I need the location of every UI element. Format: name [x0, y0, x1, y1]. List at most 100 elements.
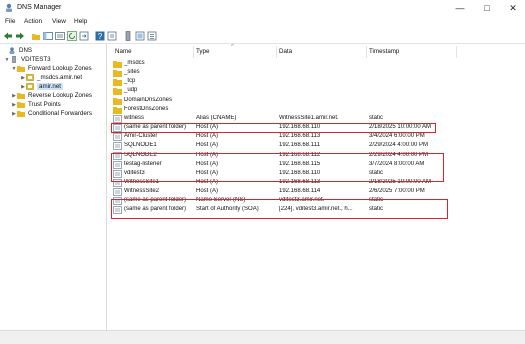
status-bar	[0, 330, 525, 344]
record-timestamp: 3/4/2024 6:00:00 PM	[369, 133, 425, 140]
folder-icon	[113, 60, 122, 68]
record-row[interactable]: DomainDnsZones	[111, 97, 525, 106]
tree-item-dns[interactable]: DNS	[2, 46, 32, 55]
refresh-icon[interactable]	[67, 31, 77, 41]
record-icon	[113, 142, 122, 151]
tree-item-forward-zones[interactable]: ▼ Forward Lookup Zones	[11, 64, 92, 73]
folder-icon	[113, 106, 122, 114]
column-divider[interactable]	[193, 46, 194, 58]
folder-icon	[17, 93, 25, 99]
zone-icon	[26, 74, 34, 81]
record-name: _msdcs	[124, 60, 145, 66]
list-view-icon[interactable]	[55, 31, 65, 41]
column-divider[interactable]	[456, 46, 457, 58]
record-name: SQLNODE1	[124, 142, 157, 149]
tree-label: _msdcs.amir.net	[37, 74, 83, 81]
console-tree: DNS ▼ VDITEST3 ▼ Forward Lookup Zones ▶ …	[0, 44, 107, 330]
back-arrow-icon[interactable]	[3, 31, 13, 41]
record-name: ForestDnsZones	[124, 105, 169, 112]
column-header-data[interactable]: Data	[279, 48, 292, 55]
maximize-button[interactable]: □	[474, 0, 500, 16]
column-header-timestamp[interactable]: Timestamp	[369, 48, 399, 55]
record-row[interactable]: SQLNODE1 Host (A) 192.168.68.111 2/29/2024 …	[111, 142, 525, 151]
record-row[interactable]: WitnessSite2 Host (A) 192.168.68.114 2/6/20…	[111, 188, 525, 197]
record-row[interactable]: _sites	[111, 69, 525, 78]
tree-label: Forward Lookup Zones	[28, 65, 92, 72]
folder-icon	[113, 97, 122, 105]
tree-label: VDITEST3	[21, 56, 51, 63]
help-icon[interactable]: ?	[95, 31, 105, 41]
highlight-sql-nodes-box	[111, 153, 444, 182]
record-timestamp: 2/6/2025 7:00:00 PM	[369, 188, 425, 195]
properties-icon[interactable]	[107, 31, 117, 41]
svg-text:?: ?	[98, 32, 103, 41]
record-row[interactable]: ForestDnsZones	[111, 106, 525, 115]
record-data: WitnessSite1.amir.net.	[279, 114, 339, 121]
title-bar: DNS Manager — □ ✕	[0, 0, 525, 16]
record-icon[interactable]	[147, 31, 157, 41]
tree-item-trust-points[interactable]: ▶ Trust Points	[11, 100, 61, 109]
tree-item-server[interactable]: ▼ VDITEST3	[4, 55, 51, 64]
folder-icon	[17, 66, 25, 72]
record-type: Alias (CNAME)	[196, 114, 237, 121]
record-row[interactable]: _udp	[111, 87, 525, 96]
record-icon	[113, 115, 122, 123]
column-divider[interactable]	[366, 46, 367, 58]
sort-caret-icon: ^	[231, 44, 234, 50]
folder-icon	[17, 102, 25, 108]
tree-label: Conditional Forwarders	[28, 110, 92, 117]
tree-item-amir-zone[interactable]: ▶ amir.net	[20, 82, 64, 91]
record-name: witness	[124, 114, 145, 121]
folder-icon	[113, 78, 122, 87]
column-divider[interactable]	[276, 46, 277, 58]
window-title: DNS Manager	[17, 4, 62, 11]
record-name: _sites	[124, 69, 140, 76]
tree-item-reverse-zones[interactable]: ▶ Reverse Lookup Zones	[11, 91, 92, 100]
menu-bar: File Action View Help	[0, 16, 525, 29]
folder-icon	[113, 87, 122, 96]
records-list: ^ Name Type Data Timestamp _msdcs _sites _…	[111, 44, 525, 330]
up-folder-icon[interactable]	[31, 31, 41, 41]
minimize-button[interactable]: —	[447, 0, 473, 16]
record-data: 192.168.68.113	[279, 133, 321, 140]
highlight-witness-sites-box	[111, 199, 448, 219]
record-name: WitnessSite2	[124, 188, 160, 195]
record-type: Host (A)	[196, 133, 219, 140]
record-row[interactable]: Amir-Cluster Host (A) 192.168.68.113 3/4/20…	[111, 133, 525, 142]
column-header-type[interactable]: Type	[196, 48, 209, 55]
record-type: Host (A)	[196, 142, 219, 149]
record-name: _tcp	[124, 78, 136, 85]
forward-arrow-icon[interactable]	[15, 31, 25, 41]
menu-action[interactable]: Action	[24, 18, 42, 25]
show-hide-tree-icon[interactable]	[43, 31, 53, 41]
menu-help[interactable]: Help	[74, 18, 87, 25]
record-icon	[113, 188, 122, 196]
tree-label: Reverse Lookup Zones	[28, 92, 92, 99]
record-type: Host (A)	[196, 188, 219, 195]
column-header-name[interactable]: Name	[115, 48, 132, 55]
record-row[interactable]: _tcp	[111, 78, 525, 87]
dns-manager-icon	[6, 3, 12, 12]
export-list-icon[interactable]	[79, 31, 89, 41]
record-data: 192.168.68.114	[279, 188, 321, 195]
menu-file[interactable]: File	[5, 18, 15, 25]
dns-icon	[9, 47, 15, 54]
record-timestamp: 2/29/2024 4:00:00 PM	[369, 142, 429, 149]
close-button[interactable]: ✕	[500, 0, 525, 16]
server-icon[interactable]	[123, 31, 133, 41]
menu-view[interactable]: View	[52, 18, 66, 25]
record-row[interactable]: _msdcs	[111, 60, 525, 69]
record-name: DomainDnsZones	[124, 96, 173, 103]
tree-item-conditional-forwarders[interactable]: ▶ Conditional Forwarders	[11, 109, 92, 118]
folder-icon	[113, 69, 122, 78]
tree-label: DNS	[19, 47, 33, 54]
tree-item-msdcs-zone[interactable]: ▶ _msdcs.amir.net	[20, 73, 82, 82]
zone-icon[interactable]	[135, 31, 145, 41]
record-name: _udp	[124, 87, 138, 94]
record-timestamp: static	[369, 114, 384, 121]
zone-icon	[26, 83, 34, 90]
toolbar: ?	[0, 29, 525, 44]
tree-label: Trust Points	[28, 101, 61, 108]
server-icon	[12, 56, 16, 63]
record-data: 192.168.68.111	[279, 142, 320, 149]
